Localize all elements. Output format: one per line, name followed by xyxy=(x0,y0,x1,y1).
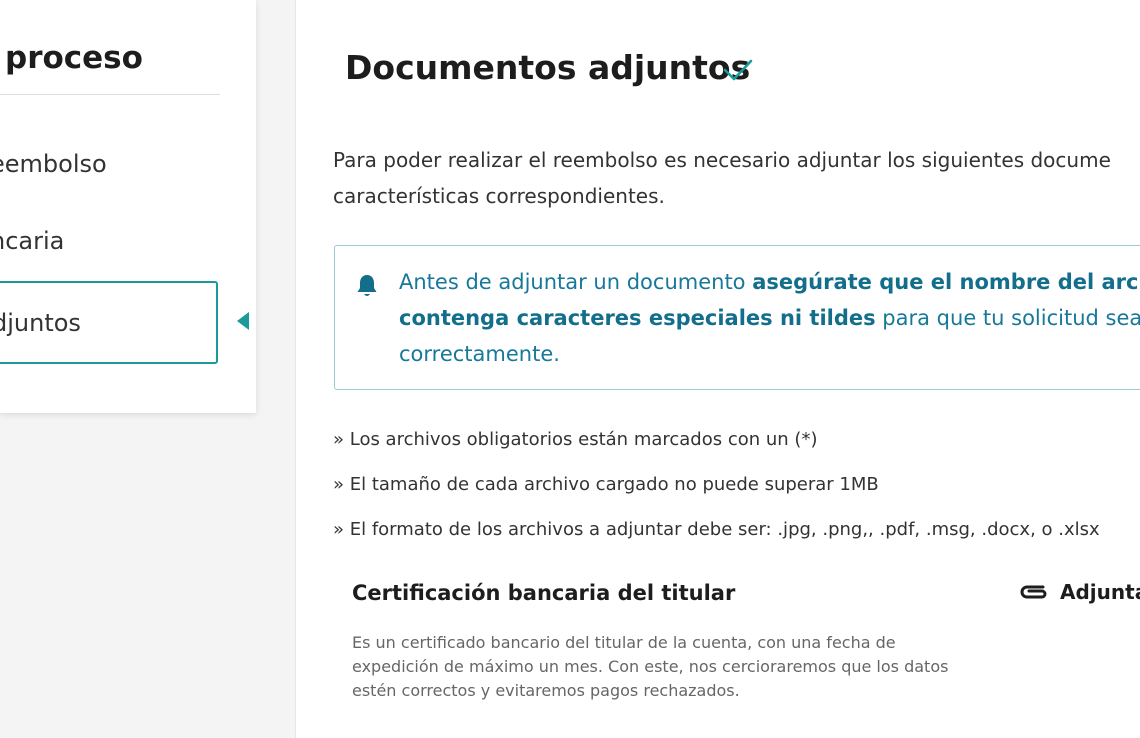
rule-file-format: » El formato de los archivos a adjuntar … xyxy=(333,519,1100,540)
progress-sidebar: proceso eembolso ncaria djuntos xyxy=(0,0,256,413)
document-title: Certificación bancaria del titular xyxy=(352,581,736,605)
document-description: Es un certificado bancario del titular d… xyxy=(352,631,972,703)
sidebar-divider xyxy=(0,94,220,95)
main-panel: Documentos adjuntos Para poder realizar … xyxy=(296,0,1140,738)
description-line: estén correctos y evitaremos pagos recha… xyxy=(352,681,740,700)
page-title: Documentos adjuntos xyxy=(345,48,751,87)
sidebar-title: proceso xyxy=(5,40,143,76)
description-line: expedición de máximo un mes. Con este, n… xyxy=(352,657,949,676)
description-line: Es un certificado bancario del titular d… xyxy=(352,633,896,652)
notice-text: Antes de adjuntar un documento asegúrate… xyxy=(399,264,1140,372)
sidebar-step-bancaria[interactable]: ncaria xyxy=(0,227,218,255)
intro-line: Para poder realizar el reembolso es nece… xyxy=(333,148,1111,172)
intro-line: características correspondientes. xyxy=(333,184,665,208)
check-icon xyxy=(723,59,753,81)
notice-bold: contenga caracteres especiales ni tildes xyxy=(399,306,876,330)
notice-line-1: Antes de adjuntar un documento asegúrate… xyxy=(399,264,1140,300)
bell-icon xyxy=(357,275,377,296)
sidebar-step-label: eembolso xyxy=(0,150,107,178)
attach-button[interactable]: Adjunta xyxy=(1018,580,1140,604)
sidebar-step-reembolso[interactable]: eembolso xyxy=(0,150,218,178)
sidebar-step-adjuntos-active[interactable]: djuntos xyxy=(0,281,218,364)
rule-required-files: » Los archivos obligatorios están marcad… xyxy=(333,429,818,450)
notice-plain: Antes de adjuntar un documento xyxy=(399,270,753,294)
notice-line-3: correctamente. xyxy=(399,342,560,366)
sidebar-step-label: ncaria xyxy=(0,227,65,255)
notice-plain: para que tu solicitud sea rec xyxy=(882,306,1140,330)
sidebar-step-label: djuntos xyxy=(0,309,81,337)
notice-line-2: contenga caracteres especiales ni tildes… xyxy=(399,300,1140,336)
info-notice: Antes de adjuntar un documento asegúrate… xyxy=(334,245,1140,390)
attach-label: Adjunta xyxy=(1060,580,1140,604)
triangle-left-icon xyxy=(237,312,249,330)
paperclip-icon xyxy=(1020,585,1047,599)
rule-file-size: » El tamaño de cada archivo cargado no p… xyxy=(333,474,879,495)
intro-text: Para poder realizar el reembolso es nece… xyxy=(333,142,1140,214)
notice-bold: asegúrate que el nombre del archiv xyxy=(752,270,1140,294)
